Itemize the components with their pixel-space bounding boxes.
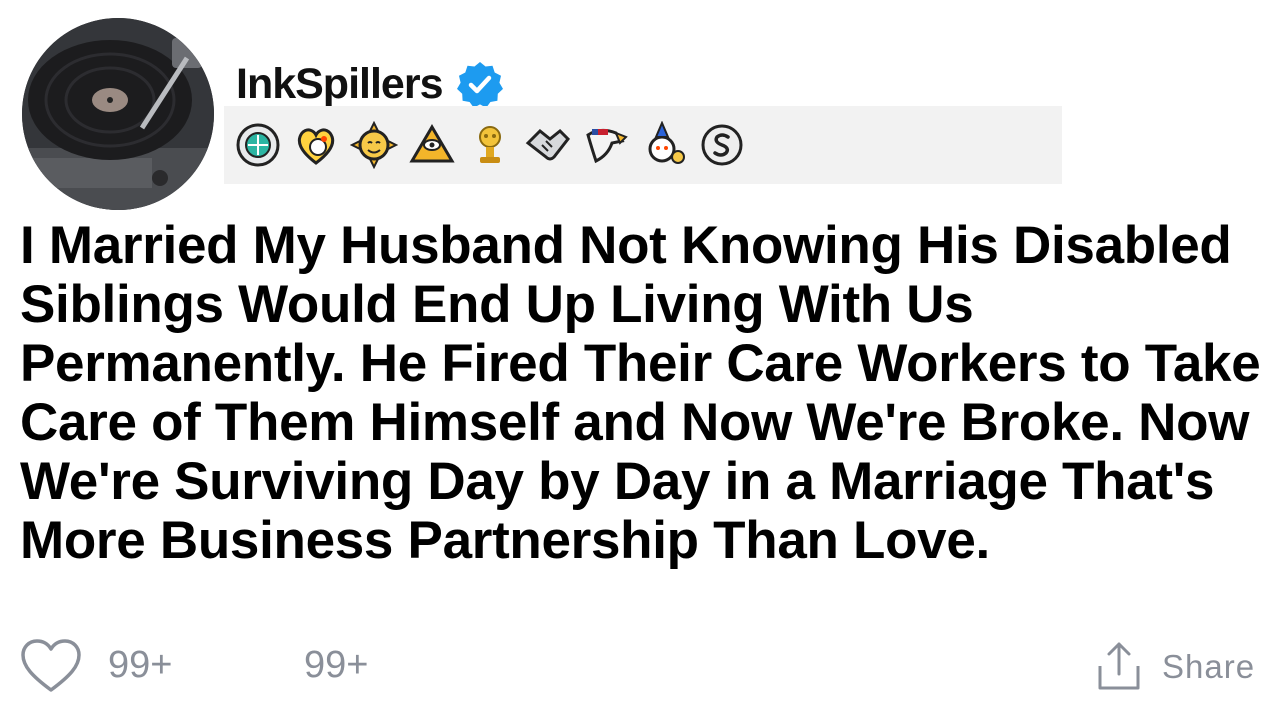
awards-bar <box>224 106 1062 184</box>
heart-outline-icon[interactable] <box>20 638 82 694</box>
eagle-icon <box>582 121 630 169</box>
party-snoo-icon <box>640 120 688 169</box>
sun-face-icon <box>349 120 399 170</box>
silver-s-icon <box>698 121 746 169</box>
comments-count: 99+ <box>304 644 369 686</box>
avatar[interactable] <box>22 18 214 210</box>
post-actions: 99+ 99+ Share <box>0 632 1280 702</box>
likes-count: 99+ <box>108 644 173 686</box>
post-header: InkSpillers <box>236 58 504 110</box>
share-upload-icon[interactable] <box>1096 640 1142 692</box>
heart-snoo-icon <box>292 121 340 169</box>
record-player-avatar <box>22 18 214 210</box>
verified-check-icon <box>456 60 504 108</box>
username[interactable]: InkSpillers <box>236 58 443 110</box>
gold-trophy-snoo-icon <box>466 121 514 169</box>
share-button[interactable]: Share <box>1162 648 1255 686</box>
pyramid-eye-icon <box>408 121 456 169</box>
post-title[interactable]: I Married My Husband Not Knowing His Dis… <box>20 216 1270 570</box>
handshake-icon <box>524 121 572 169</box>
wholesome-seal-icon <box>234 121 282 169</box>
